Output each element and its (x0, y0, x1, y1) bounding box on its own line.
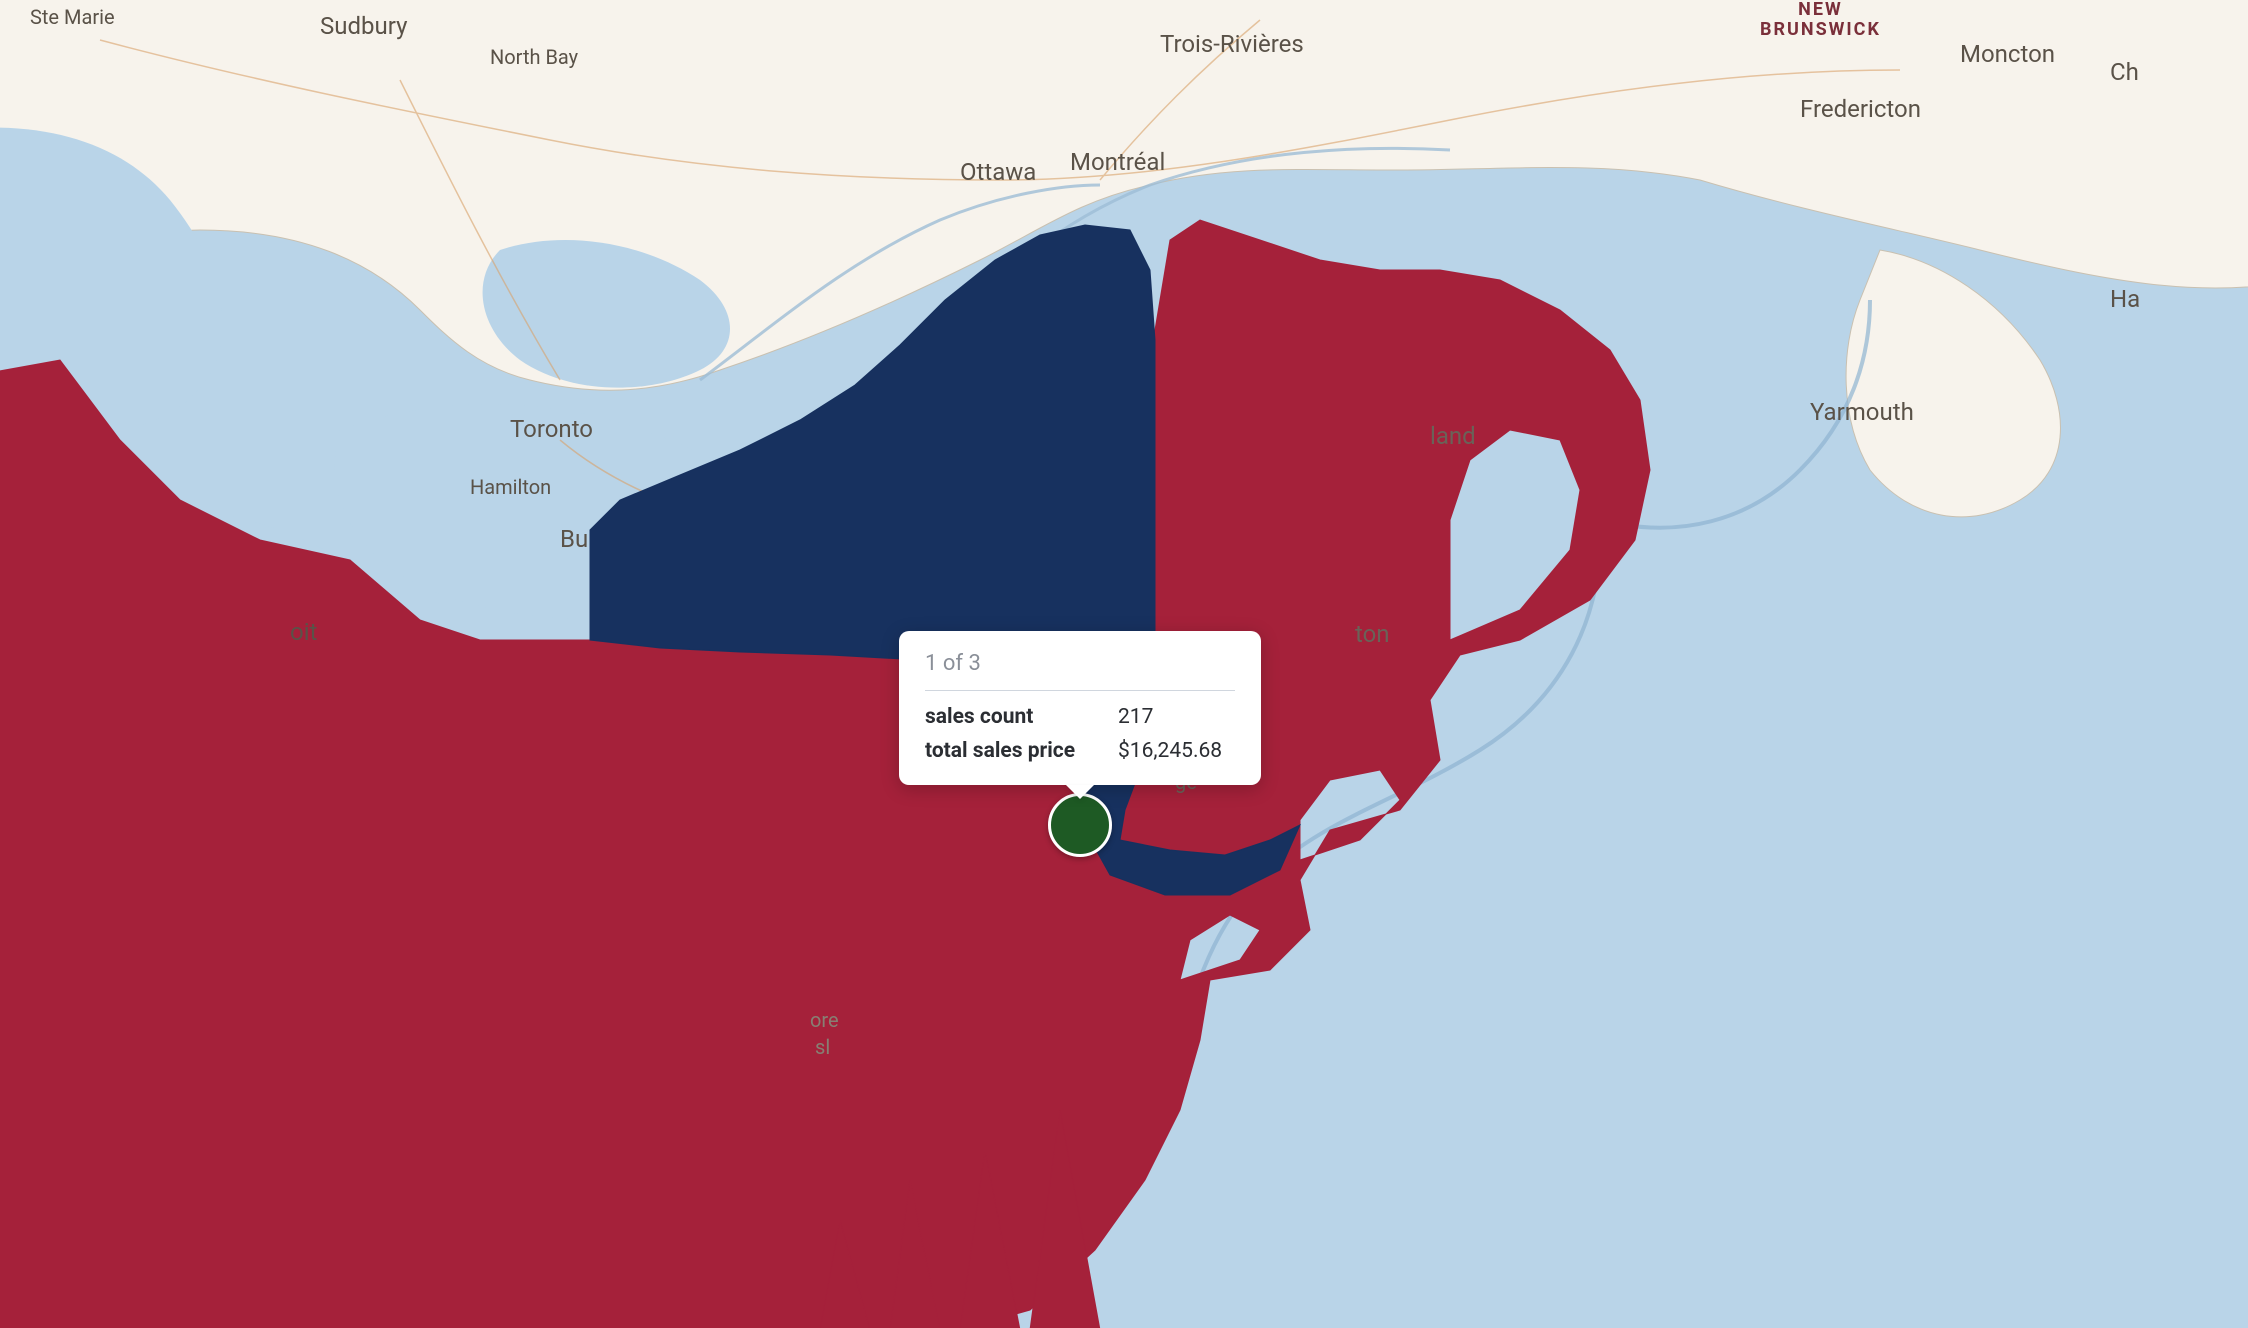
tooltip-label: sales count (925, 705, 1100, 729)
tooltip-page-indicator: 1 of 3 (925, 651, 1235, 691)
map-viewport[interactable]: Ste Marie Sudbury North Bay Trois-Rivièr… (0, 0, 2248, 1328)
tooltip-label: total sales price (925, 739, 1100, 763)
tooltip-row-total-sales-price: total sales price $16,245.68 (925, 739, 1235, 763)
tooltip-row-sales-count: sales count 217 (925, 705, 1235, 729)
tooltip-value: 217 (1118, 705, 1153, 729)
land-nova-scotia (1846, 250, 2060, 517)
overlay-us-red[interactable] (0, 220, 1650, 1328)
marker-tooltip: 1 of 3 sales count 217 total sales price… (899, 631, 1261, 785)
tooltip-value: $16,245.68 (1118, 739, 1222, 763)
sales-marker[interactable] (1048, 793, 1112, 857)
